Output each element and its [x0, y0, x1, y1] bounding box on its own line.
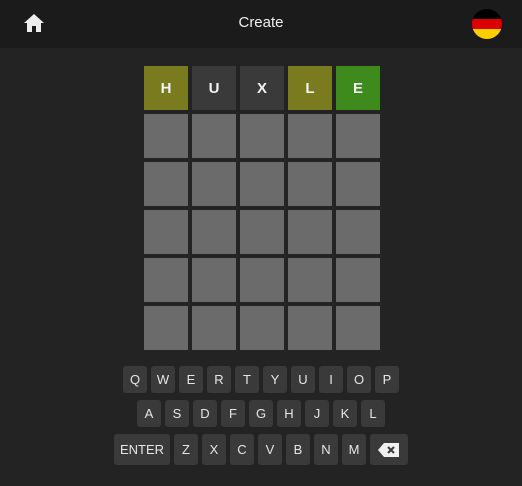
- board-tile: [144, 162, 188, 206]
- board-tile: [192, 210, 236, 254]
- key-y[interactable]: Y: [263, 366, 287, 393]
- board-tile: [192, 258, 236, 302]
- key-o[interactable]: O: [347, 366, 371, 393]
- key-q[interactable]: Q: [123, 366, 147, 393]
- backspace-key[interactable]: [370, 434, 408, 465]
- on-screen-keyboard: QWERTYUIOP ASDFGHJKL ENTER ZXCVBNM: [0, 366, 522, 472]
- key-d[interactable]: D: [193, 400, 217, 427]
- key-v[interactable]: V: [258, 434, 282, 465]
- enter-key[interactable]: ENTER: [114, 434, 170, 465]
- key-g[interactable]: G: [249, 400, 273, 427]
- board-tile: L: [288, 66, 332, 110]
- board-tile: [336, 114, 380, 158]
- key-z[interactable]: Z: [174, 434, 198, 465]
- key-x[interactable]: X: [202, 434, 226, 465]
- key-l[interactable]: L: [361, 400, 385, 427]
- keyboard-row-2: ASDFGHJKL: [0, 400, 522, 427]
- page-title: Create: [238, 14, 284, 31]
- board-tile: [192, 162, 236, 206]
- board-tile: [144, 258, 188, 302]
- key-p[interactable]: P: [375, 366, 399, 393]
- board-tile: [288, 258, 332, 302]
- keyboard-row-3: ENTER ZXCVBNM: [0, 434, 522, 465]
- key-c[interactable]: C: [230, 434, 254, 465]
- key-s[interactable]: S: [165, 400, 189, 427]
- board-tile: [144, 210, 188, 254]
- board-tile: [288, 162, 332, 206]
- key-h[interactable]: H: [277, 400, 301, 427]
- board-tile: [144, 114, 188, 158]
- board-tile: [240, 258, 284, 302]
- key-u[interactable]: U: [291, 366, 315, 393]
- board-tile: [192, 114, 236, 158]
- board-tile: [240, 162, 284, 206]
- keyboard-row-1: QWERTYUIOP: [0, 366, 522, 393]
- key-k[interactable]: K: [333, 400, 357, 427]
- key-w[interactable]: W: [151, 366, 175, 393]
- key-f[interactable]: F: [221, 400, 245, 427]
- key-i[interactable]: I: [319, 366, 343, 393]
- key-b[interactable]: B: [286, 434, 310, 465]
- board-tile: [336, 210, 380, 254]
- board-tile: [336, 306, 380, 350]
- board-tile: [192, 306, 236, 350]
- board-tile: E: [336, 66, 380, 110]
- board-tile: [288, 210, 332, 254]
- language-button[interactable]: [472, 9, 502, 39]
- board-tile: [240, 114, 284, 158]
- board-tile: [336, 258, 380, 302]
- game-board: HUXLE: [144, 66, 380, 350]
- board-tile: [288, 114, 332, 158]
- board-tile: [144, 306, 188, 350]
- key-r[interactable]: R: [207, 366, 231, 393]
- backspace-icon: [378, 442, 399, 457]
- german-flag-icon: [472, 9, 502, 39]
- key-m[interactable]: M: [342, 434, 366, 465]
- board-tile: H: [144, 66, 188, 110]
- board-tile: [336, 162, 380, 206]
- key-n[interactable]: N: [314, 434, 338, 465]
- top-bar: Create: [0, 0, 522, 48]
- board-tile: [240, 210, 284, 254]
- board-tile: [288, 306, 332, 350]
- key-j[interactable]: J: [305, 400, 329, 427]
- key-a[interactable]: A: [137, 400, 161, 427]
- board-tile: X: [240, 66, 284, 110]
- key-e[interactable]: E: [179, 366, 203, 393]
- board-tile: [240, 306, 284, 350]
- board-tile: U: [192, 66, 236, 110]
- key-t[interactable]: T: [235, 366, 259, 393]
